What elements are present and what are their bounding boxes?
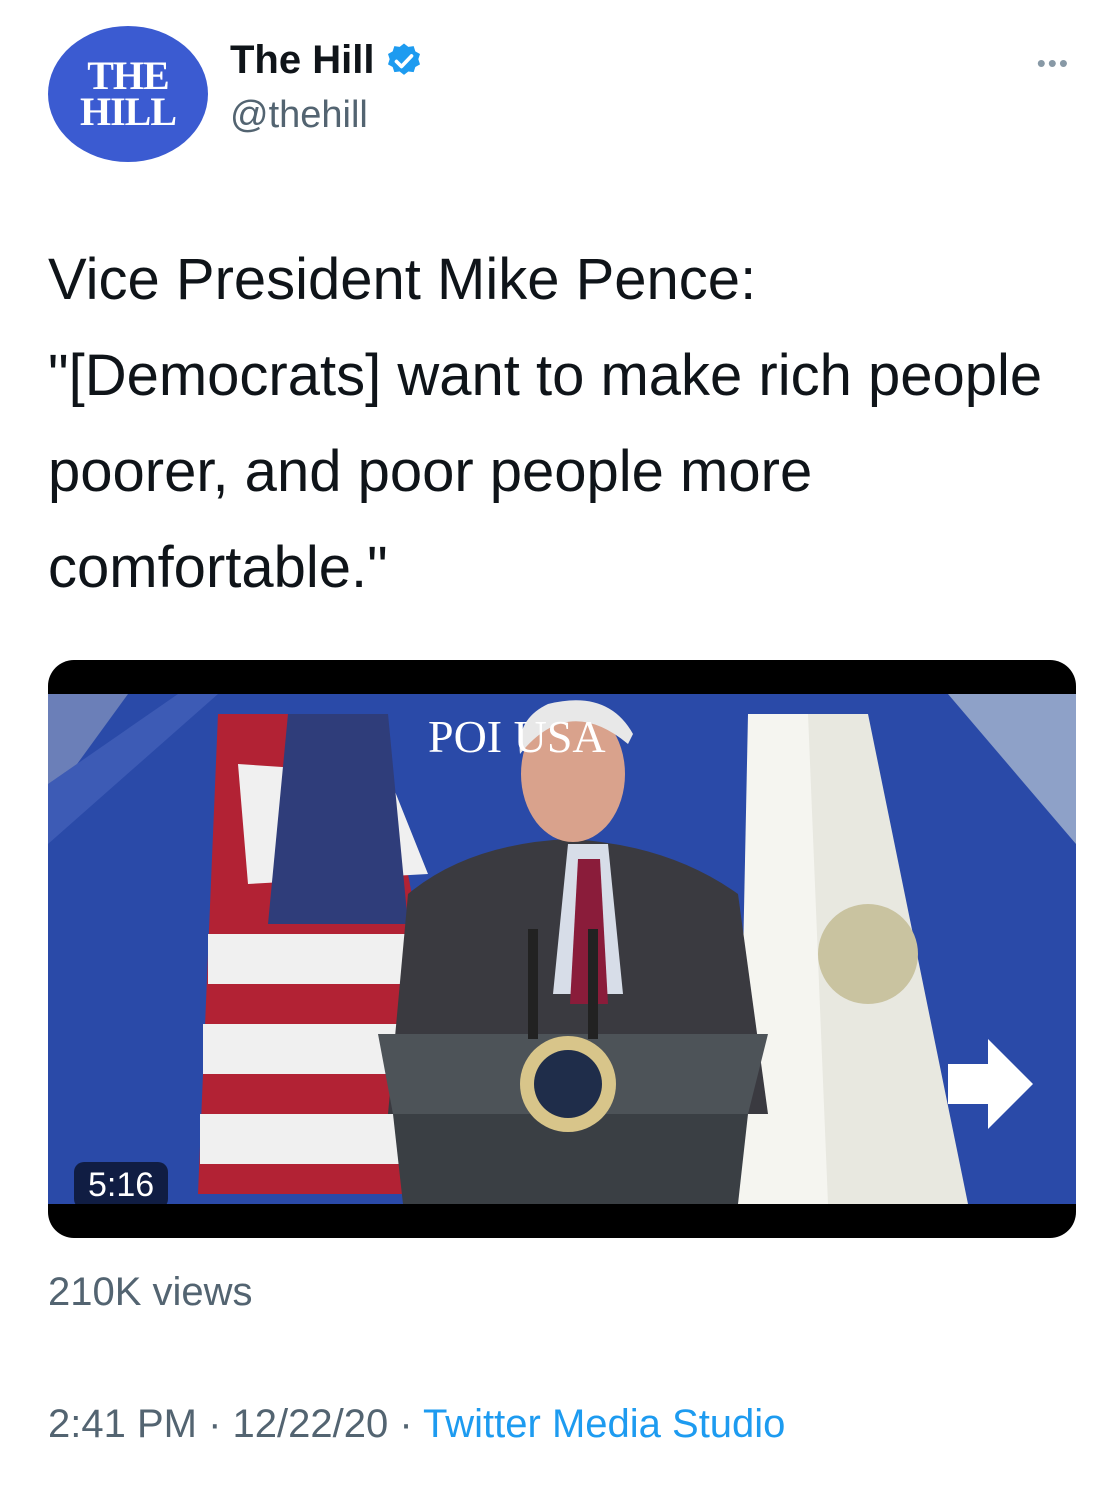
view-count: 210K views	[48, 1270, 253, 1314]
video-thumbnail: POI USA	[48, 694, 1076, 1204]
tweet-source-link[interactable]: Twitter Media Studio	[423, 1402, 785, 1446]
avatar[interactable]: THE HILL	[48, 26, 208, 162]
video-duration: 5:16	[74, 1162, 169, 1209]
tweet-time[interactable]: 2:41 PM	[48, 1402, 197, 1446]
more-options-icon[interactable]: •••	[1037, 48, 1070, 79]
verified-badge-icon	[388, 43, 421, 75]
account-name[interactable]: The Hill	[230, 38, 374, 83]
account-handle[interactable]: @thehill	[230, 94, 368, 137]
account-name-row[interactable]: The Hill	[230, 38, 424, 83]
avatar-line2: HILL	[79, 89, 177, 134]
tweet-date[interactable]: 12/22/20	[233, 1402, 389, 1446]
video-player[interactable]: POI USA 5:16	[48, 660, 1076, 1238]
video-banner-text: POI USA	[428, 711, 606, 762]
meta-separator: ·	[388, 1402, 424, 1446]
tweet-text: Vice President Mike Pence: "[Democrats] …	[48, 247, 1043, 600]
meta-separator: ·	[196, 1402, 233, 1446]
tweet-meta: 2:41 PM · 12/22/20 · Twitter Media Studi…	[48, 1402, 785, 1447]
